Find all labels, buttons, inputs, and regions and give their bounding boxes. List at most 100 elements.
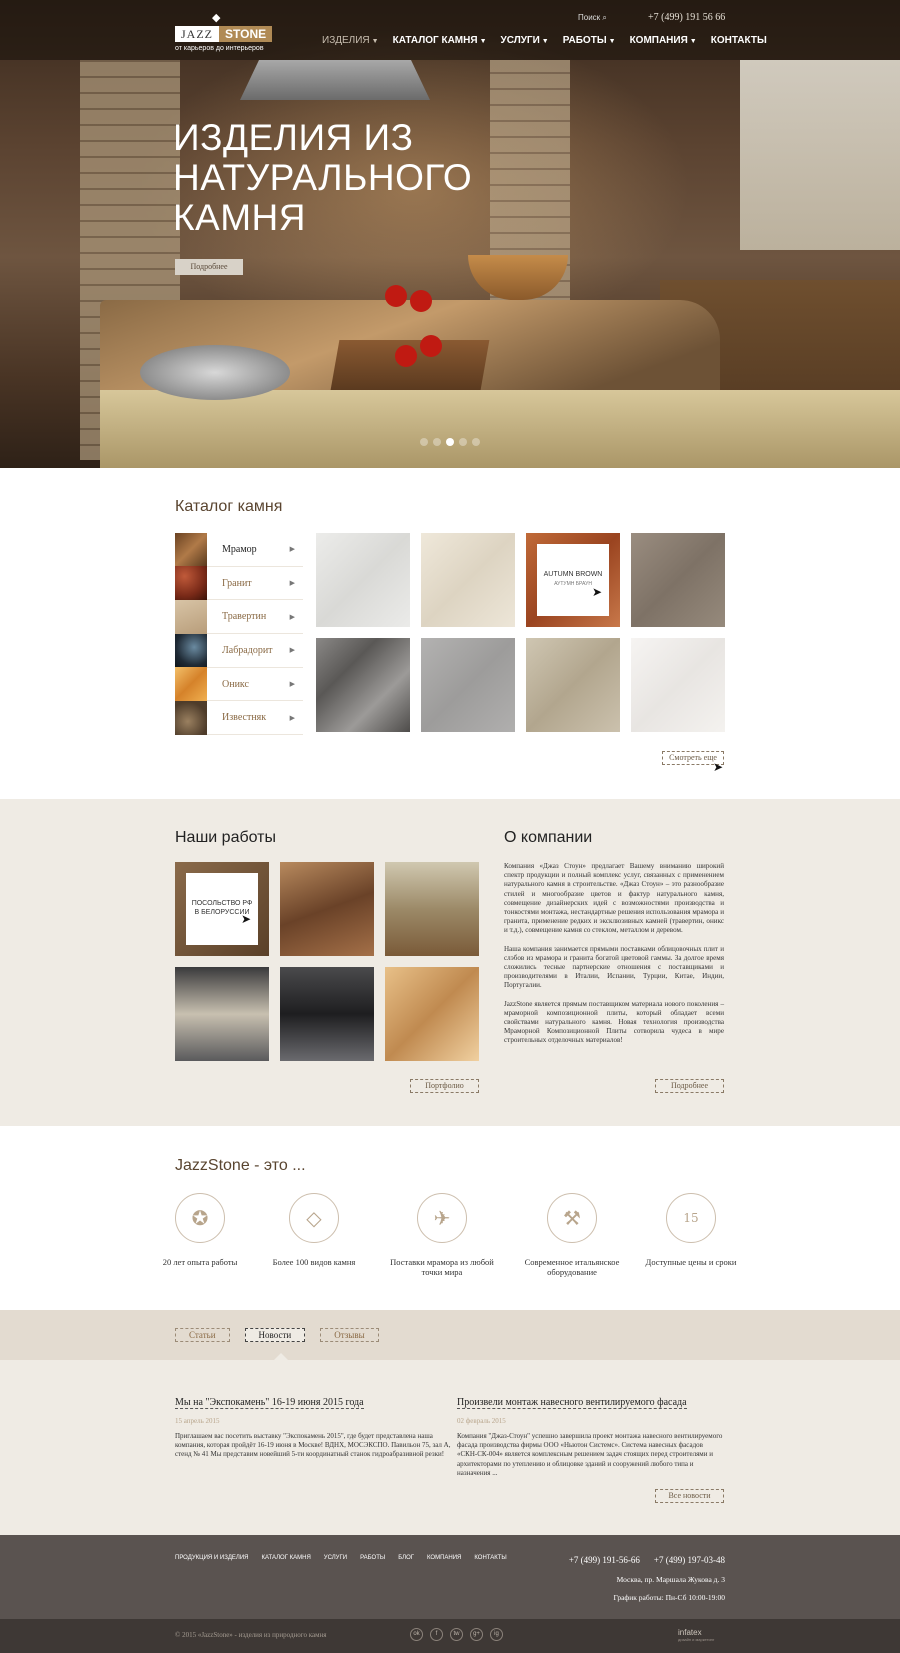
nav-item-contacts[interactable]: КОНТАКТЫ bbox=[711, 35, 767, 46]
stone-tile-autumn-brown[interactable]: AUTUMN BROWN АУТУМН БРАУН ➤ bbox=[526, 533, 620, 627]
stone-item-onyx[interactable]: Оникс ▶ bbox=[175, 667, 303, 702]
hero-island-cabinets bbox=[100, 390, 900, 468]
news-title[interactable]: Произвели монтаж навесного вентилируемог… bbox=[457, 1397, 687, 1409]
developer-tagline: дизайн и маркетинг bbox=[678, 1637, 715, 1642]
nav-item-services[interactable]: УСЛУГИ ▼ bbox=[501, 35, 549, 46]
work-item[interactable] bbox=[280, 967, 374, 1061]
work-item[interactable]: ПОСОЛЬСТВО РФ В БЕЛОРУССИИ ➤ bbox=[175, 862, 269, 956]
stone-name: Травертин bbox=[222, 611, 267, 623]
tab-reviews[interactable]: Отзывы bbox=[320, 1328, 379, 1342]
facebook-icon[interactable]: f bbox=[430, 1628, 443, 1641]
work-item[interactable] bbox=[280, 862, 374, 956]
twitter-icon[interactable]: tw bbox=[450, 1628, 463, 1641]
stone-item-travertine[interactable]: Травертин ▶ bbox=[175, 599, 303, 635]
news-body: Компания "Джаз-Стоун" успешно завершила … bbox=[457, 1432, 723, 1477]
about-text: Компания «Джаз Стоун» предлагает Вашему … bbox=[504, 862, 724, 1055]
stone-name: Лабрадорит bbox=[222, 644, 273, 656]
developer-logo[interactable]: infatex дизайн и маркетинг bbox=[678, 1628, 714, 1642]
nav-item-catalog[interactable]: КАТАЛОГ КАМНЯ ▼ bbox=[393, 35, 487, 46]
footer-phone[interactable]: +7 (499) 191-56-66 bbox=[569, 1555, 640, 1565]
works-about-section bbox=[0, 799, 900, 1126]
nav-item-company[interactable]: КОМПАНИЯ ▼ bbox=[630, 35, 697, 46]
footer-nav-item[interactable]: РАБОТЫ bbox=[360, 1555, 385, 1561]
footer-nav-item[interactable]: КАТАЛОГ КАМНЯ bbox=[261, 1555, 310, 1561]
work-item[interactable] bbox=[175, 967, 269, 1061]
slider-dot[interactable] bbox=[459, 438, 467, 446]
about-title: О компании bbox=[504, 829, 593, 846]
feature-label: Более 100 видов камня bbox=[272, 1257, 356, 1267]
search-link[interactable]: Поиск ⌕ bbox=[578, 13, 607, 23]
footer-nav-item[interactable]: БЛОГ bbox=[398, 1555, 414, 1561]
footer-hours: График работы: Пн-Сб 10:00-19:00 bbox=[613, 1593, 725, 1602]
nav-item-products[interactable]: ИЗДЕЛИЯ ▼ bbox=[322, 35, 379, 46]
search-label: Поиск bbox=[578, 13, 601, 22]
cursor-icon: ➤ bbox=[592, 585, 603, 599]
stone-tile[interactable] bbox=[316, 533, 410, 627]
footer-nav-item[interactable]: УСЛУГИ bbox=[324, 1555, 347, 1561]
news-item: Мы на "Экспокамень" 16-19 июня 2015 года… bbox=[175, 1390, 455, 1460]
caret-down-icon: ▼ bbox=[479, 38, 487, 45]
stone-tile[interactable] bbox=[631, 533, 725, 627]
tab-news[interactable]: Новости bbox=[244, 1328, 306, 1342]
arrow-right-icon: ▶ bbox=[289, 713, 295, 722]
google-plus-icon[interactable]: g+ bbox=[470, 1628, 483, 1641]
calendar-icon: 15 bbox=[666, 1193, 716, 1243]
stone-tile[interactable] bbox=[631, 638, 725, 732]
all-news-button[interactable]: Все новости bbox=[655, 1489, 724, 1503]
feature-item: ⚒ Современное итальянское оборудование bbox=[517, 1193, 627, 1277]
stone-item-marble[interactable]: Мрамор ▶ bbox=[175, 532, 303, 567]
odnoklassniki-icon[interactable]: ok bbox=[410, 1628, 423, 1641]
works-title: Наши работы bbox=[175, 829, 277, 846]
slider-dot[interactable] bbox=[433, 438, 441, 446]
arrow-right-icon: ▶ bbox=[289, 579, 295, 588]
footer-nav-item[interactable]: КОНТАКТЫ bbox=[474, 1555, 506, 1561]
logo[interactable]: ◆ JAZZ STONE от карьеров до интерьеров bbox=[175, 11, 273, 52]
feature-label: 20 лет опыта работы bbox=[162, 1257, 238, 1267]
tomato bbox=[410, 290, 432, 312]
stone-item-granite[interactable]: Гранит ▶ bbox=[175, 566, 303, 601]
feature-item: ◇ Более 100 видов камня bbox=[259, 1193, 369, 1267]
news-item: Произвели монтаж навесного вентилируемог… bbox=[457, 1390, 724, 1478]
search-icon: ⌕ bbox=[602, 13, 607, 22]
slider-dots bbox=[420, 438, 480, 446]
footer-nav-item[interactable]: ПРОДУКЦИЯ И ИЗДЕЛИЯ bbox=[175, 1555, 248, 1561]
arrow-right-icon: ▶ bbox=[289, 646, 295, 655]
work-item[interactable] bbox=[385, 862, 479, 956]
about-more-button[interactable]: Подробнее bbox=[655, 1079, 724, 1093]
slider-dot[interactable] bbox=[472, 438, 480, 446]
news-date: 02 февраль 2015 bbox=[457, 1417, 506, 1425]
stone-item-limestone[interactable]: Известняк ▶ bbox=[175, 700, 303, 736]
hero-range-hood bbox=[240, 60, 430, 100]
header-phone: +7 (499) 191 56 66 bbox=[648, 12, 726, 23]
stone-tile[interactable] bbox=[421, 533, 515, 627]
tab-pointer bbox=[273, 1353, 289, 1361]
stone-item-labradorite[interactable]: Лабрадорит ▶ bbox=[175, 633, 303, 668]
tab-articles[interactable]: Статьи bbox=[175, 1328, 230, 1342]
stone-tile[interactable] bbox=[421, 638, 515, 732]
copyright: © 2015 «JazzStone» - изделия из природно… bbox=[175, 1631, 327, 1639]
slider-dot-active[interactable] bbox=[446, 438, 454, 446]
instagram-icon[interactable]: ig bbox=[490, 1628, 503, 1641]
footer-phone[interactable]: +7 (499) 197-03-48 bbox=[654, 1555, 725, 1565]
feature-label: Современное итальянское оборудование bbox=[524, 1257, 620, 1277]
stone-name: Известняк bbox=[222, 712, 267, 724]
footer-nav: ПРОДУКЦИЯ И ИЗДЕЛИЯ КАТАЛОГ КАМНЯ УСЛУГИ… bbox=[175, 1555, 507, 1561]
arrow-right-icon: ▶ bbox=[289, 612, 295, 621]
nav-item-works[interactable]: РАБОТЫ ▼ bbox=[563, 35, 616, 46]
feature-item: 15 Доступные цены и сроки bbox=[636, 1193, 746, 1267]
diamond-icon: ◇ bbox=[289, 1193, 339, 1243]
slider-dot[interactable] bbox=[420, 438, 428, 446]
stone-swatch bbox=[175, 633, 207, 668]
feature-label: Поставки мрамора из любой точки мира bbox=[390, 1257, 494, 1277]
news-title[interactable]: Мы на "Экспокамень" 16-19 июня 2015 года bbox=[175, 1397, 364, 1409]
footer-nav-item[interactable]: КОМПАНИЯ bbox=[427, 1555, 461, 1561]
portfolio-button[interactable]: Портфолио bbox=[410, 1079, 479, 1093]
caret-down-icon: ▼ bbox=[541, 38, 549, 45]
work-item[interactable] bbox=[385, 967, 479, 1061]
stone-tile[interactable] bbox=[316, 638, 410, 732]
cursor-icon: ➤ bbox=[713, 760, 724, 774]
diamond-icon: ◆ bbox=[212, 11, 221, 24]
developer-name: infatex bbox=[678, 1628, 702, 1637]
hero-more-button[interactable]: Подробнее bbox=[175, 259, 243, 275]
stone-tile[interactable] bbox=[526, 638, 620, 732]
